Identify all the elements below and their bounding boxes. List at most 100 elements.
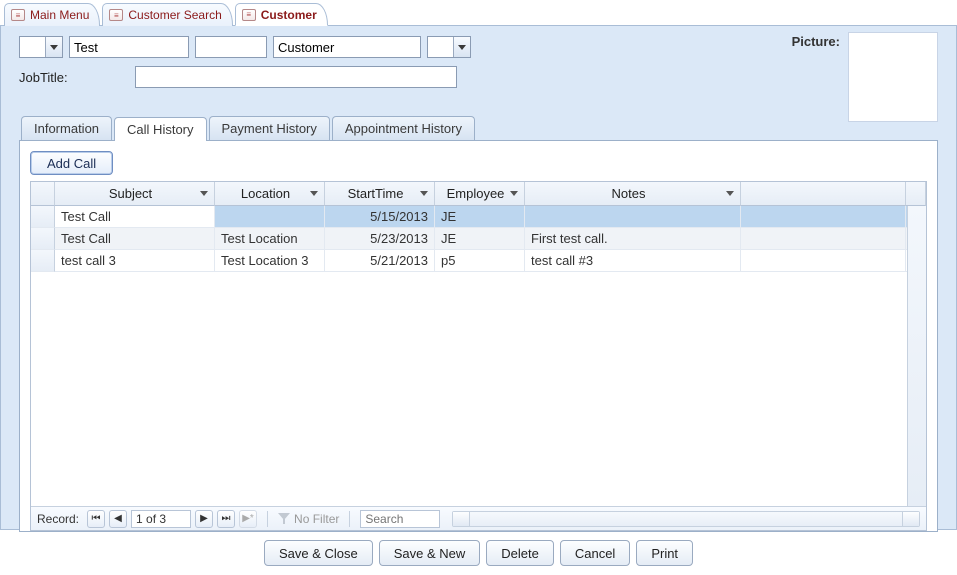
col-starttime[interactable]: StartTime bbox=[325, 182, 435, 206]
cell-notes[interactable] bbox=[525, 206, 741, 228]
cell-blank[interactable] bbox=[741, 228, 906, 250]
row-selector[interactable] bbox=[31, 206, 55, 228]
picture-box[interactable] bbox=[848, 32, 938, 122]
middle-name-input[interactable] bbox=[196, 37, 266, 57]
cancel-button[interactable]: Cancel bbox=[560, 540, 630, 566]
cell-employee[interactable]: JE bbox=[435, 228, 525, 250]
document-tab-bar: ≡ Main Menu ≡ Customer Search ≡ Customer bbox=[0, 0, 957, 26]
first-name-input[interactable] bbox=[70, 37, 188, 57]
tab-appointment-history[interactable]: Appointment History bbox=[332, 116, 475, 140]
record-position[interactable]: 1 of 3 bbox=[131, 510, 191, 528]
cell-location[interactable]: Test Location 3 bbox=[215, 250, 325, 272]
doc-tab-label: Customer bbox=[261, 8, 317, 22]
picture-area: Picture: bbox=[792, 32, 938, 122]
datasheet-body: Test Call 5/15/2013 JE Test Call Test Lo… bbox=[31, 206, 926, 506]
detail-tab-control: Information Call History Payment History… bbox=[19, 116, 938, 532]
record-search-box[interactable] bbox=[360, 510, 440, 528]
save-new-button[interactable]: Save & New bbox=[379, 540, 481, 566]
jobtitle-input[interactable] bbox=[136, 67, 456, 87]
cell-employee[interactable]: JE bbox=[435, 206, 525, 228]
separator bbox=[349, 511, 350, 527]
delete-button[interactable]: Delete bbox=[486, 540, 554, 566]
cell-employee[interactable]: p5 bbox=[435, 250, 525, 272]
select-all-corner[interactable] bbox=[31, 182, 55, 206]
no-filter-indicator[interactable]: No Filter bbox=[278, 512, 339, 526]
table-row[interactable]: Test Call 5/15/2013 JE bbox=[31, 206, 926, 228]
no-filter-label: No Filter bbox=[294, 512, 339, 526]
title-value bbox=[20, 37, 45, 57]
last-name-field[interactable] bbox=[273, 36, 421, 58]
table-row[interactable]: test call 3 Test Location 3 5/21/2013 p5… bbox=[31, 250, 926, 272]
chevron-down-icon bbox=[310, 191, 318, 196]
cell-scroll-gutter bbox=[906, 250, 926, 272]
nav-last-button[interactable]: ⏭ bbox=[217, 510, 235, 528]
col-employee[interactable]: Employee bbox=[435, 182, 525, 206]
col-blank[interactable] bbox=[741, 182, 906, 206]
nav-first-button[interactable]: ⏮ bbox=[87, 510, 105, 528]
cell-blank[interactable] bbox=[741, 250, 906, 272]
jobtitle-field[interactable] bbox=[135, 66, 457, 88]
row-selector[interactable] bbox=[31, 250, 55, 272]
cell-location[interactable]: Test Location bbox=[215, 228, 325, 250]
col-notes[interactable]: Notes bbox=[525, 182, 741, 206]
dropdown-button[interactable] bbox=[453, 37, 470, 57]
cell-notes[interactable]: test call #3 bbox=[525, 250, 741, 272]
doc-tab-label: Main Menu bbox=[30, 8, 89, 22]
chevron-down-icon bbox=[510, 191, 518, 196]
record-search-input[interactable] bbox=[361, 511, 439, 527]
form-icon: ≡ bbox=[109, 9, 123, 21]
title-combo[interactable] bbox=[19, 36, 63, 58]
col-location[interactable]: Location bbox=[215, 182, 325, 206]
cell-starttime[interactable]: 5/15/2013 bbox=[325, 206, 435, 228]
col-scroll-gutter bbox=[906, 182, 926, 206]
picture-label: Picture: bbox=[792, 34, 840, 49]
tab-call-history[interactable]: Call History bbox=[114, 117, 206, 141]
funnel-icon bbox=[278, 513, 290, 525]
form-action-bar: Save & Close Save & New Delete Cancel Pr… bbox=[0, 530, 957, 566]
separator bbox=[267, 511, 268, 527]
print-button[interactable]: Print bbox=[636, 540, 693, 566]
cell-notes[interactable]: First test call. bbox=[525, 228, 741, 250]
customer-form: JobTitle: Picture: Information Call Hist… bbox=[0, 26, 957, 530]
jobtitle-label: JobTitle: bbox=[19, 70, 129, 85]
record-navigator: Record: ⏮ ◀ 1 of 3 ▶ ⏭ ▶* No Filter bbox=[31, 506, 926, 530]
cell-starttime[interactable]: 5/23/2013 bbox=[325, 228, 435, 250]
cell-subject[interactable]: Test Call bbox=[55, 228, 215, 250]
form-icon: ≡ bbox=[11, 9, 25, 21]
last-name-input[interactable] bbox=[274, 37, 420, 57]
middle-name-field[interactable] bbox=[195, 36, 267, 58]
add-call-button[interactable]: Add Call bbox=[30, 151, 113, 175]
suffix-value bbox=[428, 37, 453, 57]
row-selector[interactable] bbox=[31, 228, 55, 250]
first-name-field[interactable] bbox=[69, 36, 189, 58]
doc-tab-label: Customer Search bbox=[128, 8, 221, 22]
form-icon: ≡ bbox=[242, 9, 256, 21]
doc-tab-customer[interactable]: ≡ Customer bbox=[235, 3, 328, 26]
tab-payment-history[interactable]: Payment History bbox=[209, 116, 330, 140]
cell-subject[interactable]: test call 3 bbox=[55, 250, 215, 272]
col-subject[interactable]: Subject bbox=[55, 182, 215, 206]
doc-tab-customer-search[interactable]: ≡ Customer Search bbox=[102, 3, 232, 26]
calls-datasheet: Subject Location StartTime Employee Note… bbox=[30, 181, 927, 531]
chevron-down-icon bbox=[726, 191, 734, 196]
call-history-page: Add Call Subject Location StartTime Empl… bbox=[19, 140, 938, 532]
horizontal-scrollbar[interactable] bbox=[452, 511, 920, 527]
nav-prev-button[interactable]: ◀ bbox=[109, 510, 127, 528]
cell-starttime[interactable]: 5/21/2013 bbox=[325, 250, 435, 272]
chevron-down-icon bbox=[420, 191, 428, 196]
tab-information[interactable]: Information bbox=[21, 116, 112, 140]
save-close-button[interactable]: Save & Close bbox=[264, 540, 373, 566]
doc-tab-main-menu[interactable]: ≡ Main Menu bbox=[4, 3, 100, 26]
dropdown-button[interactable] bbox=[45, 37, 62, 57]
chevron-down-icon bbox=[50, 45, 58, 50]
cell-scroll-gutter bbox=[906, 228, 926, 250]
nav-next-button[interactable]: ▶ bbox=[195, 510, 213, 528]
cell-location[interactable] bbox=[215, 206, 325, 228]
cell-blank[interactable] bbox=[741, 206, 906, 228]
cell-subject[interactable]: Test Call bbox=[55, 206, 215, 228]
nav-new-button[interactable]: ▶* bbox=[239, 510, 257, 528]
suffix-combo[interactable] bbox=[427, 36, 471, 58]
table-row[interactable]: Test Call Test Location 5/23/2013 JE Fir… bbox=[31, 228, 926, 250]
datasheet-header: Subject Location StartTime Employee Note… bbox=[31, 182, 926, 206]
cell-scroll-gutter bbox=[906, 206, 926, 228]
